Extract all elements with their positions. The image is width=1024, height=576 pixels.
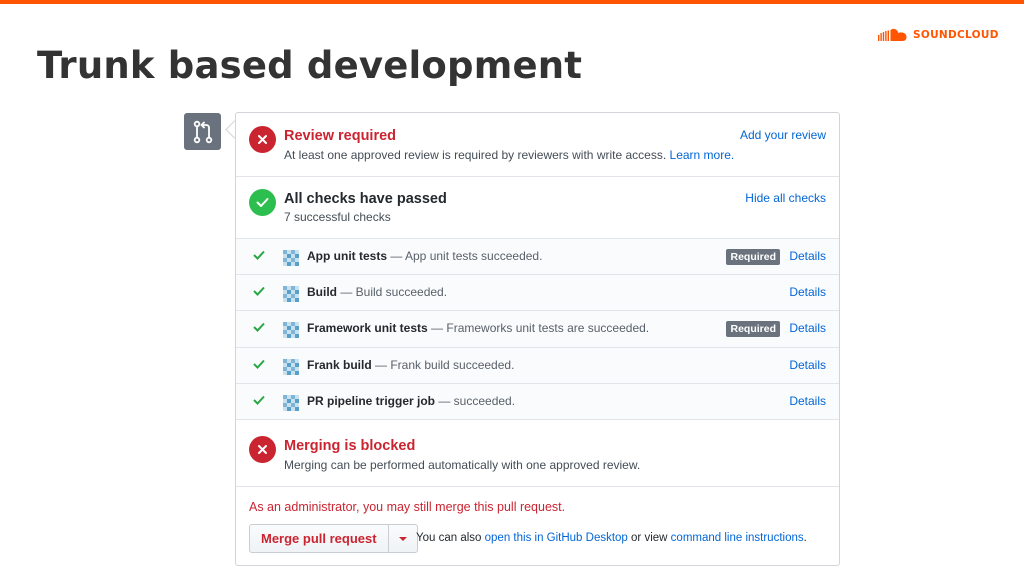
open-github-desktop-link[interactable]: open this in GitHub Desktop: [485, 532, 628, 544]
check-message: — Frank build succeeded.: [371, 357, 515, 372]
check-row: App unit tests — App unit tests succeede…: [236, 239, 839, 276]
merge-status-panel: Review required At least one approved re…: [235, 112, 840, 566]
check-name: App unit tests: [307, 249, 387, 263]
brand-name: SOUNDCLOUD: [913, 29, 999, 41]
check-name: Build: [307, 285, 337, 300]
required-badge: Required: [726, 321, 780, 338]
merge-button-group: Merge pull request: [249, 524, 418, 553]
check-name: Framework unit tests: [307, 321, 428, 336]
merge-blocked-section: Merging is blocked Merging can be perfor…: [236, 421, 839, 487]
ci-app-icon: [283, 250, 299, 266]
check-message: — Frameworks unit tests are succeeded.: [427, 321, 650, 336]
merge-pull-request-button[interactable]: Merge pull request: [250, 525, 389, 552]
checks-list: App unit tests — App unit tests succeede…: [236, 239, 839, 420]
checks-summary-subtitle: 7 successful checks: [284, 210, 391, 224]
details-link[interactable]: Details: [789, 358, 826, 372]
review-description-text: At least one approved review is required…: [284, 148, 667, 162]
hide-all-checks-link[interactable]: Hide all checks: [745, 191, 826, 205]
soundcloud-cloud-icon: [878, 28, 907, 41]
checks-summary-title: All checks have passed: [284, 191, 447, 207]
ci-app-icon: [283, 358, 299, 375]
check-circle-icon: [249, 189, 276, 216]
details-link[interactable]: Details: [789, 394, 826, 408]
required-badge: Required: [726, 249, 780, 265]
x-circle-icon: [249, 436, 276, 463]
check-row: Frank build — Frank build succeeded. Det…: [236, 348, 839, 384]
check-icon: [253, 250, 265, 260]
ci-app-icon: [283, 286, 299, 303]
merge-blocked-description: Merging can be performed automatically w…: [284, 458, 641, 472]
check-text: Frank build — Frank build succeeded.: [307, 358, 514, 372]
check-message: — succeeded.: [435, 393, 516, 408]
check-icon: [253, 359, 265, 369]
review-description: At least one approved review is required…: [284, 148, 734, 162]
learn-more-link[interactable]: Learn more.: [670, 148, 735, 162]
check-icon: [253, 287, 265, 297]
slide-title: Trunk based development: [37, 44, 583, 87]
x-circle-icon: [249, 126, 276, 153]
soundcloud-logo: SOUNDCLOUD: [878, 28, 999, 42]
merge-hint-suffix: .: [803, 532, 807, 544]
review-section: Review required At least one approved re…: [236, 113, 839, 177]
check-row: Framework unit tests — Frameworks unit t…: [236, 311, 839, 348]
merge-options-dropdown[interactable]: [389, 525, 417, 552]
command-line-instructions-link[interactable]: command line instructions: [671, 532, 804, 544]
ci-app-icon: [283, 322, 299, 339]
add-your-review-link[interactable]: Add your review: [740, 128, 826, 142]
merge-hint: You can also open this in GitHub Desktop…: [416, 532, 807, 544]
pull-request-icon: [184, 113, 221, 150]
chevron-down-icon: [398, 536, 407, 541]
merge-blocked-title: Merging is blocked: [284, 438, 416, 454]
details-link[interactable]: Details: [789, 285, 826, 299]
details-link[interactable]: Details: [789, 249, 826, 263]
merge-hint-middle: or view: [627, 532, 671, 544]
review-title: Review required: [284, 128, 397, 144]
check-message: — Build succeeded.: [337, 285, 448, 300]
check-text: Build — Build succeeded.: [307, 285, 447, 299]
checks-summary-section: All checks have passed 7 successful chec…: [236, 177, 839, 239]
check-message: — App unit tests succeeded.: [387, 249, 543, 263]
check-row: PR pipeline trigger job — succeeded. Det…: [236, 384, 839, 420]
details-link[interactable]: Details: [789, 321, 826, 335]
check-text: PR pipeline trigger job — succeeded.: [307, 394, 515, 408]
check-text: App unit tests — App unit tests succeede…: [307, 249, 542, 263]
ci-app-icon: [283, 394, 299, 411]
top-accent-bar: [0, 0, 1024, 4]
check-name: Frank build: [307, 357, 372, 372]
check-icon: [253, 323, 265, 333]
check-row: Build — Build succeeded. Details: [236, 275, 839, 312]
admin-note: As an administrator, you may still merge…: [249, 500, 566, 514]
merge-hint-prefix: You can also: [416, 532, 485, 544]
check-name: PR pipeline trigger job: [307, 393, 436, 408]
check-text: Framework unit tests — Frameworks unit t…: [307, 321, 649, 335]
check-icon: [253, 395, 265, 405]
